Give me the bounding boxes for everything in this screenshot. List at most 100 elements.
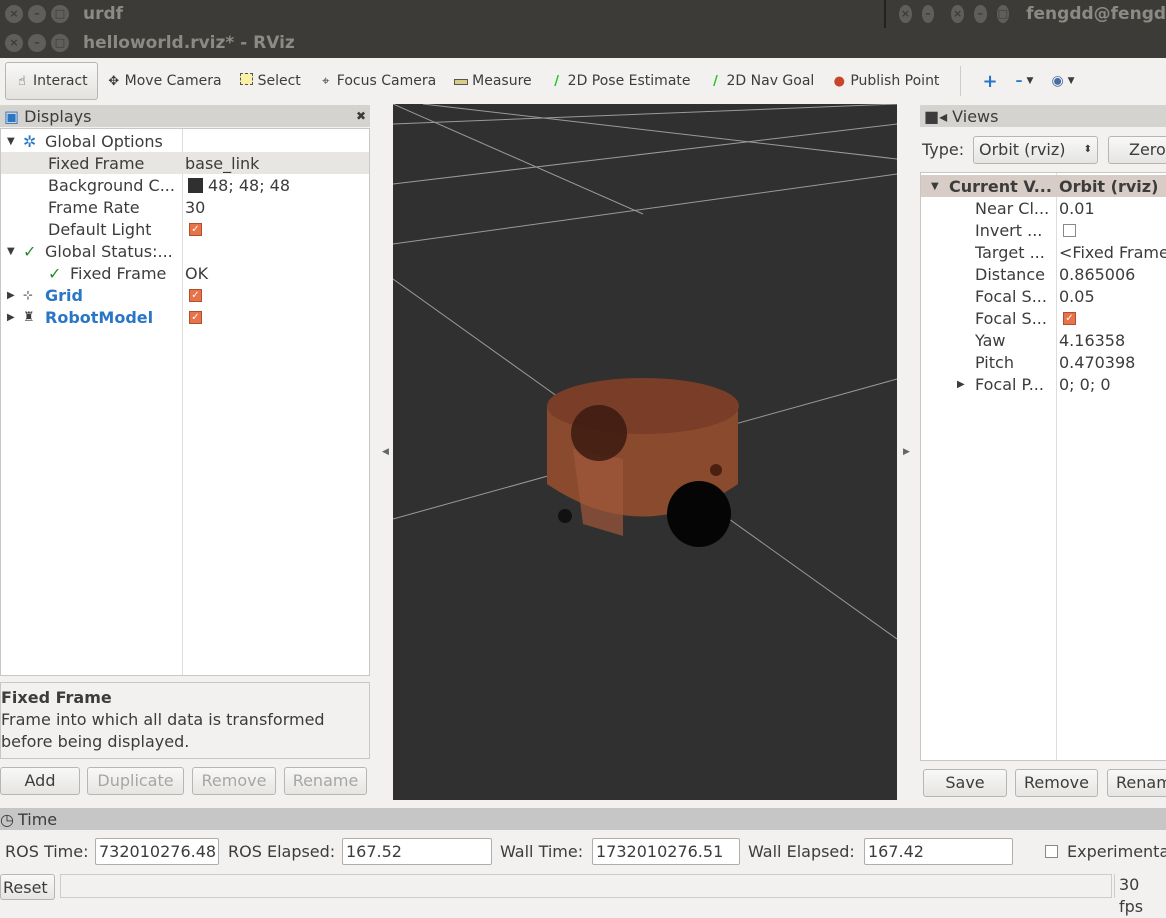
prop-frame-rate[interactable]: Frame Rate 30 bbox=[1, 196, 369, 218]
maximize-icon[interactable]: □ bbox=[51, 34, 69, 52]
select-icon bbox=[240, 73, 254, 89]
ros-time-field[interactable]: 732010276.48 bbox=[95, 838, 219, 865]
prop-default-light[interactable]: Default Light ✓ bbox=[1, 218, 369, 240]
default-light-checkbox[interactable]: ✓ bbox=[189, 222, 202, 236]
views-header: ■◂ Views bbox=[920, 105, 1166, 127]
grid-checkbox[interactable]: ✓ bbox=[189, 288, 202, 302]
rviz-titlebar: × – □ helloworld.rviz* - RViz bbox=[0, 28, 1166, 58]
tool-2d-pose-estimate[interactable]: /2D Pose Estimate bbox=[541, 62, 700, 100]
robot-model-checkbox[interactable]: ✓ bbox=[189, 310, 202, 324]
ros-elapsed-field[interactable]: 167.52 bbox=[342, 838, 492, 865]
minus-icon: – bbox=[1015, 73, 1023, 89]
ruler-icon bbox=[454, 74, 469, 89]
tool-publish-point[interactable]: ● Publish Point bbox=[823, 62, 948, 100]
nav-goal-icon: / bbox=[713, 73, 718, 89]
add-tool-button[interactable]: + bbox=[973, 62, 1006, 100]
camera-icon: ■◂ bbox=[924, 106, 948, 126]
tool-focus-camera[interactable]: ⌖ Focus Camera bbox=[310, 62, 445, 100]
wall-time-field[interactable]: 1732010276.51 bbox=[592, 838, 740, 865]
tool-select[interactable]: Select bbox=[231, 62, 310, 100]
duplicate-button[interactable]: Duplicate bbox=[87, 767, 184, 795]
clock-icon: ◷ bbox=[0, 809, 14, 829]
displays-header: ▣ Displays ✖ bbox=[0, 105, 370, 127]
close-icon[interactable]: × bbox=[5, 34, 23, 52]
close-icon[interactable]: × bbox=[899, 5, 912, 23]
remove-tool-button[interactable]: – ▼ bbox=[1007, 62, 1043, 100]
prop-fixed-frame[interactable]: Fixed Frame base_link bbox=[1, 152, 369, 174]
wall-elapsed-field[interactable]: 167.42 bbox=[864, 838, 1013, 865]
terminal-title: fengdd@fengd bbox=[1026, 4, 1166, 24]
view-prop-row[interactable]: Near Cl... 0.01 bbox=[921, 197, 1166, 219]
rename-button[interactable]: Rename bbox=[284, 767, 367, 795]
tree-item-global-options[interactable]: ▼ ✲ Global Options bbox=[1, 130, 369, 152]
close-icon[interactable]: × bbox=[951, 5, 964, 23]
eye-icon: ◉ bbox=[1051, 73, 1064, 89]
monitor-icon: ▣ bbox=[4, 106, 20, 126]
prop-background-color[interactable]: Background C... 48; 48; 48 bbox=[1, 174, 369, 196]
grid-lines bbox=[393, 104, 897, 640]
current-view-row[interactable]: ▼ Current V... Orbit (rviz) bbox=[921, 175, 1166, 197]
3d-viewport[interactable] bbox=[393, 104, 897, 800]
check-icon: ✓ bbox=[48, 263, 62, 283]
robot-model bbox=[547, 378, 739, 547]
status-fixed-frame[interactable]: ✓ Fixed Frame OK bbox=[1, 262, 369, 284]
view-prop-row[interactable]: Focal S... 0.05 bbox=[921, 285, 1166, 307]
time-header: ◷ Time bbox=[0, 808, 1166, 830]
fps-label: 30 fps bbox=[1114, 874, 1166, 916]
displays-tree: ▼ ✲ Global Options Fixed Frame base_link Ba… bbox=[0, 128, 370, 676]
tool-2d-nav-goal[interactable]: /2D Nav Goal bbox=[700, 62, 824, 100]
view-prop-checkbox[interactable] bbox=[1063, 223, 1076, 237]
toolbar: ☝ Interact ✥ Move Camera Select ⌖ Focus Cam… bbox=[0, 58, 1166, 104]
minimize-icon[interactable]: – bbox=[921, 5, 935, 23]
close-panel-icon[interactable]: ✖ bbox=[356, 109, 366, 123]
robot-icon: ♜ bbox=[23, 309, 35, 325]
tool-interact[interactable]: ☝ Interact bbox=[5, 62, 98, 100]
add-button[interactable]: Add bbox=[0, 767, 80, 795]
view-prop-row[interactable]: Target ...<Fixed Frame> bbox=[921, 241, 1166, 263]
view-prop-row[interactable]: Focal S... ✓ bbox=[921, 307, 1166, 329]
tree-item-global-status[interactable]: ▼ ✓ Global Status:... bbox=[1, 240, 369, 262]
remove-button[interactable]: Remove bbox=[192, 767, 276, 795]
collapse-right-icon[interactable]: ▶ bbox=[903, 447, 910, 457]
save-view-button[interactable]: Save bbox=[923, 769, 1007, 797]
expand-icon[interactable]: ▶ bbox=[957, 379, 965, 390]
property-description: Fixed Frame Frame into which all data is… bbox=[0, 682, 370, 759]
tree-item-robot-model[interactable]: ▶ ♜ RobotModel ✓ bbox=[1, 306, 369, 328]
views-panel: ■◂ Views Type: Orbit (rviz) ⬍ Zero ▼ Curren… bbox=[920, 105, 1166, 805]
collapse-left-icon[interactable]: ◀ bbox=[382, 447, 389, 457]
view-prop-checkbox[interactable]: ✓ bbox=[1063, 311, 1076, 325]
view-prop-row[interactable]: Invert ... bbox=[921, 219, 1166, 241]
view-prop-row[interactable]: Distance 0.865006 bbox=[921, 263, 1166, 285]
displays-panel: ▣ Displays ✖ ▼ ✲ Global Options Fixed Frame b… bbox=[0, 105, 370, 805]
close-icon[interactable]: × bbox=[5, 5, 23, 23]
pose-arrow-icon: / bbox=[554, 73, 560, 89]
minimize-icon[interactable]: – bbox=[973, 5, 987, 23]
chevron-down-icon: ▼ bbox=[1067, 76, 1075, 86]
tool-move-camera[interactable]: ✥ Move Camera bbox=[98, 62, 231, 100]
view-type-select[interactable]: Orbit (rviz) ⬍ bbox=[973, 136, 1098, 164]
status-message bbox=[60, 874, 1112, 898]
color-swatch[interactable] bbox=[188, 177, 203, 193]
view-prop-row[interactable]: ▶ Focal P... 0; 0; 0 bbox=[921, 373, 1166, 395]
remove-view-button[interactable]: Remove bbox=[1015, 769, 1098, 797]
minimize-icon[interactable]: – bbox=[28, 34, 46, 52]
window-title: urdf bbox=[83, 4, 124, 24]
hand-icon: ☝ bbox=[18, 73, 26, 89]
maximize-icon[interactable]: □ bbox=[51, 5, 69, 23]
zero-button[interactable]: Zero bbox=[1108, 136, 1166, 164]
chevron-down-icon: ▼ bbox=[1026, 76, 1034, 86]
maximize-icon[interactable]: □ bbox=[996, 5, 1010, 23]
view-menu-button[interactable]: ◉ ▼ bbox=[1042, 62, 1083, 100]
rename-view-button[interactable]: Renam bbox=[1107, 769, 1166, 797]
views-tree: ▼ Current V... Orbit (rviz) Near Cl... 0.01… bbox=[920, 172, 1166, 761]
tool-measure[interactable]: Measure bbox=[445, 62, 541, 100]
minimize-icon[interactable]: – bbox=[28, 5, 46, 23]
map-pin-icon: ● bbox=[833, 73, 845, 89]
view-prop-row[interactable]: Yaw 4.16358 bbox=[921, 329, 1166, 351]
plus-icon: + bbox=[982, 70, 998, 92]
reset-button[interactable]: Reset bbox=[0, 874, 55, 900]
updown-icon: ⬍ bbox=[1083, 144, 1092, 155]
tree-item-grid[interactable]: ▶ ⊹ Grid ✓ bbox=[1, 284, 369, 306]
experimental-checkbox[interactable] bbox=[1045, 845, 1058, 858]
view-prop-row[interactable]: Pitch 0.470398 bbox=[921, 351, 1166, 373]
